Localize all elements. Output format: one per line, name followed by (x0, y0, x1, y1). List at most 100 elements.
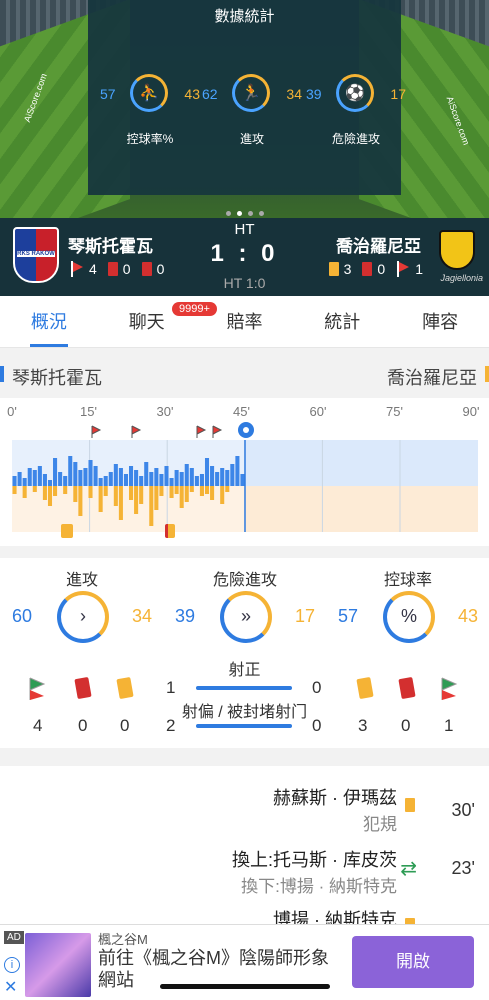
corner-flag-icon (441, 677, 458, 700)
substitution-icon: ⇄ (400, 858, 417, 880)
event-item[interactable]: 換上:托马斯 · 库皮茨 換下:博揚 · 納斯特克 ⇄ 23' (175, 846, 475, 897)
kick-icon: ⚽ (336, 74, 374, 112)
away-momentum-bar (154, 486, 159, 510)
minute-label: 60' (309, 404, 327, 419)
away-color-marker (485, 366, 489, 382)
player-icon: ⛹ (130, 74, 168, 112)
home-momentum-bar (88, 460, 93, 486)
away-momentum-bar (210, 486, 215, 500)
home-momentum-bar (118, 468, 123, 486)
home-momentum-bar (47, 480, 53, 486)
home-indicator[interactable] (160, 984, 330, 989)
stats-panel: 數據統計 57 ⛹ 43 控球率% 62 🏃 34 進攻 39 ⚽ 17 危險進… (88, 0, 406, 195)
away-momentum-bar (179, 486, 184, 508)
home-momentum-bar (179, 472, 184, 486)
attack-home: 62 (202, 86, 218, 102)
away-momentum-bar (169, 486, 174, 498)
away-momentum-bar (53, 486, 58, 496)
home-momentum-bar (134, 470, 139, 486)
runner-icon: 🏃 (232, 74, 270, 112)
away-momentum-bar (184, 486, 189, 502)
dangerous-away: 17 (390, 86, 406, 102)
home-momentum-bar (199, 474, 204, 486)
event-item[interactable]: 赫蘇斯 · 伊瑪茲 犯規 30' (175, 784, 475, 835)
yellow-card-marker (61, 524, 73, 538)
tab-bar: 概況 聊天 賠率 統計 陣容 (0, 296, 489, 348)
tab-lineup[interactable]: 陣容 (391, 296, 489, 347)
off-target-away: 0 (312, 716, 322, 735)
off-target-home: 2 (166, 716, 176, 735)
half-time-score: HT 1:0 (223, 275, 266, 291)
possession-home: 57 (100, 86, 116, 102)
home-momentum-bar (103, 476, 108, 486)
home-momentum-bar (154, 468, 159, 486)
tab-stats[interactable]: 統計 (293, 296, 391, 347)
possession-stat: 57 ⛹ 43 控球率% (100, 72, 200, 146)
away-momentum-bar (189, 486, 194, 492)
home-momentum-bar (73, 462, 78, 486)
home-momentum-bar (93, 466, 98, 486)
away-momentum-bar (113, 486, 118, 506)
ad-image[interactable] (25, 933, 91, 997)
ad-brand: 楓之谷M (98, 932, 148, 947)
home-momentum-bar (149, 472, 154, 486)
corner-flag-icon (396, 261, 410, 277)
away-momentum-bar (174, 486, 179, 494)
ad-open-button[interactable]: 開啟 (352, 936, 474, 988)
away-momentum-bar (199, 486, 204, 496)
corner-flag-icon (196, 425, 207, 438)
home-momentum-bar (22, 478, 27, 486)
home-momentum-bar (113, 464, 118, 486)
away-yellow-count: 3 (358, 716, 368, 735)
minute-label: 15' (80, 404, 97, 419)
away-momentum-bar (204, 486, 210, 494)
event-markers (91, 422, 254, 438)
away-team-name[interactable]: 喬治羅尼亞 (336, 232, 421, 257)
event-player-out: 換下:博揚 · 納斯特克 (241, 877, 397, 896)
minute-label: 0' (7, 404, 17, 419)
attack-stat: 62 🏃 34 進攻 (202, 72, 302, 146)
dangerous-ring-stat: 危險進攻 39 » 17 (175, 558, 315, 648)
tab-overview[interactable]: 概況 (0, 296, 98, 347)
percent-icon: % (383, 591, 435, 643)
home-momentum-bar (194, 476, 199, 486)
away-momentum-bar (225, 486, 230, 492)
away-corners-count: 1 (444, 716, 454, 735)
dangerous-home-value: 39 (175, 606, 196, 626)
double-chevron-icon: » (220, 591, 272, 643)
corner-flag-icon (131, 425, 142, 438)
home-momentum-bar (139, 476, 144, 486)
home-momentum-bar (83, 468, 88, 486)
home-momentum-bar (123, 474, 128, 486)
attack-away: 34 (286, 86, 302, 102)
attack-away-value: 34 (131, 606, 152, 626)
home-momentum-bar (225, 470, 230, 486)
home-momentum-bar (240, 474, 245, 486)
home-momentum-bar (230, 464, 235, 486)
card-marker (165, 524, 175, 538)
home-momentum-bar (189, 468, 194, 486)
event-detail: 犯規 (363, 815, 397, 834)
corner-flag-icon (212, 425, 223, 438)
away-momentum-bar (220, 486, 225, 504)
events-list: 赫蘇斯 · 伊瑪茲 犯規 30' 換上:托马斯 · 库皮茨 換下:博揚 · 納斯… (0, 766, 489, 932)
carousel-dots[interactable] (0, 203, 489, 218)
info-icon[interactable]: i (4, 957, 20, 973)
away-momentum-bar (134, 486, 139, 514)
home-momentum-bar (159, 474, 164, 486)
away-momentum-bar (12, 486, 17, 494)
away-team-logo[interactable] (439, 230, 475, 270)
chevron-right-icon: › (57, 591, 109, 643)
timeline-team-row: 琴斯托霍瓦 喬治羅尼亞 (0, 354, 489, 394)
home-momentum-bar (108, 472, 113, 486)
event-minute: 23' (451, 858, 475, 878)
dangerous-attack-stat: 39 ⚽ 17 危險進攻 (306, 72, 406, 146)
event-player: 赫蘇斯 · 伊瑪茲 (273, 788, 397, 808)
home-momentum-bar (129, 466, 134, 486)
event-player-in: 換上:托马斯 · 库皮茨 (232, 850, 397, 870)
away-momentum-bar (47, 486, 53, 506)
yellow-card-icon (405, 798, 415, 812)
minute-label: 75' (386, 404, 403, 419)
close-icon[interactable]: ✕ (4, 977, 17, 997)
away-red-count: 0 (401, 716, 411, 735)
